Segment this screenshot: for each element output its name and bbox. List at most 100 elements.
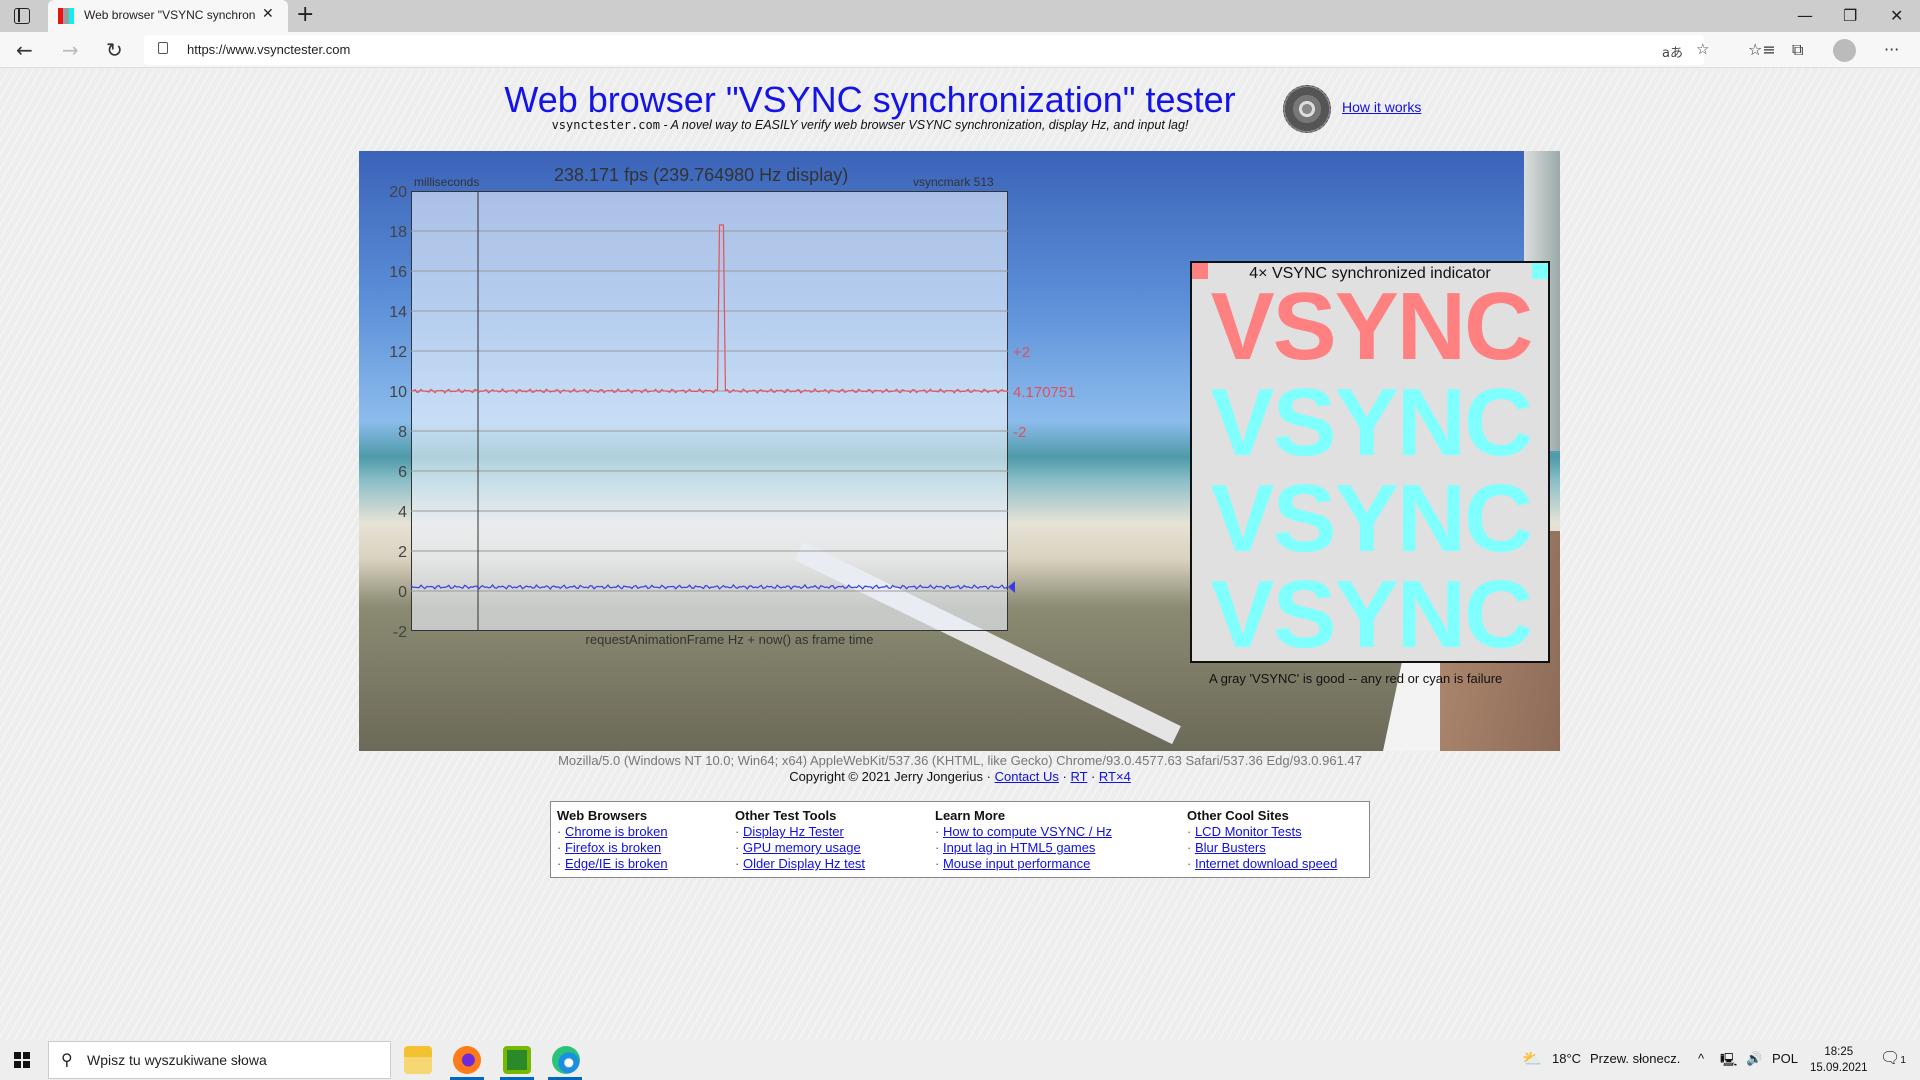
copyright: Copyright © 2021 Jerry Jongerius · — [789, 769, 995, 784]
links-column: Other Cool Sites · LCD Monitor Tests · Blu… — [1187, 808, 1337, 872]
sidebar-icon[interactable] — [14, 8, 30, 24]
right-label-center: 4.170751 — [1013, 384, 1076, 401]
page-title: Web browser "VSYNC synchronization" test… — [504, 79, 1236, 120]
series-0-line — [410, 224, 1009, 394]
links-column-heading: Other Cool Sites — [1187, 808, 1289, 823]
notifications-icon[interactable]: 🗨1 — [1880, 1048, 1906, 1068]
contact-link[interactable]: Contact Us — [995, 769, 1059, 784]
user-agent: Mozilla/5.0 (Windows NT 10.0; Win64; x64… — [558, 753, 1362, 768]
right-label-upper: +2 — [1013, 344, 1030, 361]
link-row: · Internet download speed — [1187, 856, 1337, 872]
how-it-works-link[interactable]: How it works — [1342, 99, 1421, 115]
vsyncmark-label: vsyncmark 513 — [913, 175, 994, 189]
y-tick-label: 4 — [398, 504, 407, 521]
tab-bar: Web browser "VSYNC synchronization" test… — [0, 0, 1920, 32]
input-marker — [1008, 581, 1015, 593]
weather-temp[interactable]: 18°C — [1552, 1051, 1581, 1066]
tab-title: Web browser "VSYNC synchronization" test… — [84, 8, 256, 22]
favorites-icon[interactable]: ☆≡ — [1748, 40, 1776, 59]
footer-link[interactable]: Blur Busters — [1195, 840, 1266, 855]
y-tick-label: 8 — [398, 424, 407, 441]
footer-link[interactable]: Internet download speed — [1195, 856, 1337, 871]
y-tick-label: 14 — [389, 304, 407, 321]
footer-link[interactable]: Edge/IE is broken — [565, 856, 668, 871]
more-icon[interactable]: ··· — [1884, 40, 1899, 59]
y-tick-label: 10 — [389, 384, 407, 401]
back-icon[interactable]: ← — [16, 38, 33, 62]
bullet: · — [735, 840, 743, 855]
vsync-word-3: VSYNC — [1210, 465, 1534, 572]
clock[interactable]: 18:25 15.09.2021 — [1810, 1044, 1868, 1076]
firefox-icon[interactable] — [453, 1046, 481, 1074]
taskbar-search[interactable]: ⚲ Wpisz tu wyszukiwane słowa — [48, 1041, 391, 1079]
footer-link[interactable]: Firefox is broken — [565, 840, 661, 855]
new-tab-icon[interactable]: + — [296, 2, 314, 27]
footer-link[interactable]: LCD Monitor Tests — [1195, 824, 1302, 839]
x-axis-label: requestAnimationFrame Hz + now() as fram… — [586, 632, 874, 647]
search-icon: ⚲ — [61, 1050, 73, 1069]
link-row: · Firefox is broken — [557, 840, 668, 856]
read-aloud-icon[interactable]: aあ — [1662, 42, 1683, 61]
links-column-heading: Learn More — [935, 808, 1006, 823]
collections-icon[interactable]: ⧉ — [1792, 40, 1803, 60]
link-row: · LCD Monitor Tests — [1187, 824, 1337, 840]
tab-active[interactable]: Web browser "VSYNC synchronization" test… — [48, 0, 288, 32]
vsync-indicator: 4× VSYNC synchronized indicator VSYNC VSY… — [1190, 261, 1550, 663]
test-scene: 20 18 16 14 12 10 8 6 4 2 0 -2 +2 4.170751 -2 requestAn… — [359, 151, 1560, 751]
rt4-link[interactable]: RT×4 — [1099, 769, 1131, 784]
address-bar[interactable]: https://www.vsynctester.com aあ ☆ — [144, 35, 1709, 65]
windows-start-icon[interactable] — [14, 1052, 30, 1068]
separator: · — [1058, 769, 1071, 784]
footer-link[interactable]: Older Display Hz test — [743, 856, 865, 871]
site-name: vsynctester.com — [551, 118, 660, 132]
chart-title: 238.171 fps (239.764980 Hz display) — [554, 165, 849, 185]
bullet: · — [1187, 824, 1195, 839]
forward-icon[interactable]: → — [62, 38, 79, 62]
bullet: · — [557, 824, 565, 839]
nvidia-icon[interactable] — [503, 1046, 531, 1074]
close-window-icon[interactable]: ✕ — [1890, 6, 1903, 25]
bullet: · — [735, 856, 743, 871]
maximize-icon[interactable]: ❐ — [1843, 6, 1857, 25]
chart-y-label: milliseconds — [414, 175, 480, 189]
show-hidden-icons[interactable]: ^ — [1698, 1051, 1704, 1066]
links-column: Learn More · How to compute VSYNC / Hz · I… — [935, 808, 1112, 872]
language-indicator[interactable]: POL — [1772, 1051, 1798, 1066]
y-tick-label: 16 — [389, 264, 407, 281]
weather-text[interactable]: Przew. słonecz. — [1590, 1051, 1680, 1066]
page-subtitle: vsynctester.com - A novel way to EASILY … — [400, 118, 1340, 132]
footer-link[interactable]: Input lag in HTML5 games — [943, 840, 1095, 855]
url-text[interactable]: https://www.vsynctester.com — [187, 42, 350, 57]
network-icon[interactable]: 🖳 — [1720, 1051, 1737, 1073]
footer-link[interactable]: Chrome is broken — [565, 824, 668, 839]
lock-icon[interactable] — [158, 42, 168, 54]
minimize-icon[interactable]: — — [1797, 6, 1813, 25]
close-icon[interactable]: ✕ — [262, 6, 274, 22]
vsync-caption: A gray 'VSYNC' is good -- any red or cya… — [1209, 671, 1503, 686]
refresh-icon[interactable]: ↻ — [106, 38, 123, 62]
vsync-word-2: VSYNC — [1210, 369, 1534, 476]
rt-link[interactable]: RT — [1070, 769, 1087, 784]
profile-icon[interactable] — [1833, 39, 1856, 62]
link-row: · Display Hz Tester — [735, 824, 865, 840]
bullet: · — [935, 824, 943, 839]
gear-icon[interactable] — [1283, 85, 1331, 133]
y-tick-label: 20 — [389, 184, 407, 201]
weather-icon[interactable]: ⛅ — [1522, 1049, 1542, 1069]
link-row: · GPU memory usage — [735, 840, 865, 856]
edge-icon[interactable] — [552, 1046, 580, 1074]
bullet: · — [1187, 856, 1195, 871]
volume-icon[interactable]: 🔊 — [1746, 1051, 1762, 1067]
footer-link[interactable]: GPU memory usage — [743, 840, 861, 855]
links-column-heading: Other Test Tools — [735, 808, 837, 823]
footer-link[interactable]: Mouse input performance — [943, 856, 1090, 871]
link-row: · Edge/IE is broken — [557, 856, 668, 872]
y-tick-label: 12 — [389, 344, 407, 361]
y-tick-label: 2 — [398, 544, 407, 561]
add-favorite-icon[interactable]: ☆ — [1696, 40, 1709, 58]
footer-link[interactable]: How to compute VSYNC / Hz — [943, 824, 1112, 839]
file-explorer-icon[interactable] — [404, 1046, 432, 1074]
footer-link[interactable]: Display Hz Tester — [743, 824, 844, 839]
date: 15.09.2021 — [1810, 1062, 1868, 1074]
link-row: · Chrome is broken — [557, 824, 668, 840]
